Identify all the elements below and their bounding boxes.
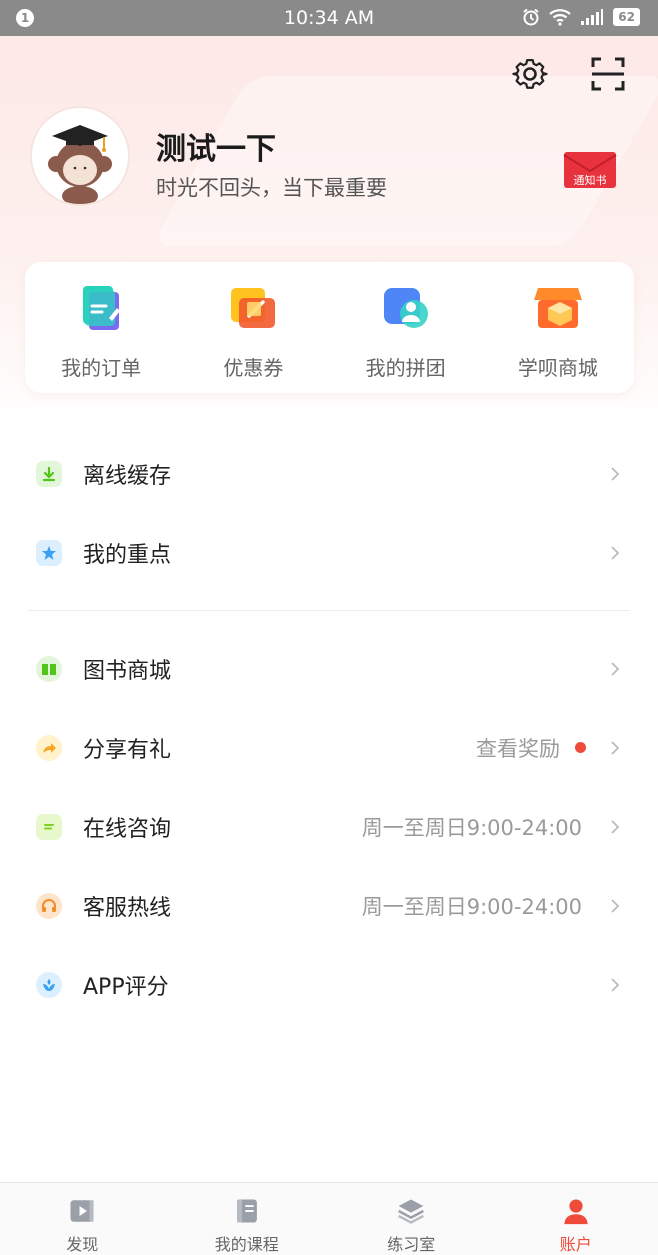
status-time: 10:34 AM: [283, 7, 375, 29]
menu-item-highlights[interactable]: 我的重点: [0, 513, 658, 592]
menu-item-bookstore[interactable]: 图书商城: [0, 629, 658, 708]
tab-label: 练习室: [387, 1235, 436, 1254]
battery-indicator: 62: [613, 8, 640, 26]
tab-practice[interactable]: 练习室: [329, 1183, 494, 1255]
notification-badge: 1: [16, 9, 34, 27]
quick-item-group-buy[interactable]: 我的拼团: [330, 262, 482, 393]
user-motto: 时光不回头，当下最重要: [156, 176, 387, 200]
status-icons: 62: [522, 8, 640, 26]
quick-label: 优惠券: [223, 356, 284, 380]
store-icon: [533, 288, 582, 328]
chevron-right-icon: [611, 661, 620, 676]
scan-icon: [591, 57, 625, 91]
chevron-right-icon: [611, 545, 620, 560]
tab-label: 我的课程: [214, 1235, 279, 1254]
quick-label: 学呗商城: [517, 356, 598, 380]
headset-icon: [36, 892, 62, 919]
menu-label: 在线咨询: [83, 816, 172, 842]
group-buy-icon: [383, 288, 428, 328]
notice-button[interactable]: 通知书: [563, 151, 617, 189]
settings-button[interactable]: [510, 54, 550, 94]
chevron-right-icon: [611, 819, 620, 834]
menu-label: 图书商城: [83, 658, 172, 684]
chevron-right-icon: [611, 898, 620, 913]
status-bar: 1 10:34 AM 62: [0, 0, 658, 36]
menu-item-online-consult[interactable]: 在线咨询 周一至周日9:00-24:00: [0, 787, 658, 866]
star-icon: [36, 539, 62, 566]
menu-item-share[interactable]: 分享有礼 查看奖励: [0, 708, 658, 787]
menu-item-offline-cache[interactable]: 离线缓存: [0, 434, 658, 513]
header-actions: [510, 54, 628, 94]
coupon-icon: [231, 288, 276, 328]
menu-value: 周一至周日9:00-24:00: [361, 815, 582, 840]
quick-actions-card: 我的订单 优惠券 我的拼团 学呗商城: [25, 262, 634, 393]
monkey-avatar-icon: [32, 108, 128, 204]
tab-label: 账户: [559, 1235, 592, 1254]
quick-label: 我的订单: [61, 356, 142, 380]
user-name[interactable]: 测试一下: [156, 124, 276, 168]
quick-item-coupon[interactable]: 优惠券: [177, 262, 329, 393]
menu-label: 分享有礼: [83, 737, 172, 763]
bottom-tab-bar: 发现 我的课程 练习室 账户: [0, 1182, 658, 1255]
chevron-right-icon: [611, 466, 620, 481]
menu-value: 周一至周日9:00-24:00: [361, 894, 582, 919]
discover-icon: [70, 1200, 94, 1222]
chat-icon: [36, 813, 62, 840]
quick-item-orders[interactable]: 我的订单: [25, 262, 177, 393]
quick-label: 我的拼团: [365, 356, 446, 380]
rating-icon: [36, 971, 62, 998]
courses-icon: [236, 1199, 257, 1223]
menu-label: 我的重点: [83, 542, 172, 568]
chevron-right-icon: [611, 740, 620, 755]
menu-divider: [28, 610, 630, 611]
menu-label: 离线缓存: [83, 463, 172, 489]
tab-label: 发现: [66, 1235, 99, 1254]
menu-value: 查看奖励: [476, 736, 560, 761]
menu-item-app-rating[interactable]: APP评分: [0, 945, 658, 1024]
quick-item-store[interactable]: 学呗商城: [482, 262, 634, 393]
download-icon: [36, 460, 62, 487]
alarm-icon: [523, 8, 539, 26]
tab-my-courses[interactable]: 我的课程: [165, 1183, 330, 1255]
menu-label: 客服热线: [83, 895, 172, 921]
signal-icon: [581, 9, 604, 25]
menu-label: APP评分: [83, 974, 169, 1000]
tab-account[interactable]: 账户: [494, 1183, 658, 1255]
account-icon: [564, 1199, 588, 1225]
tab-discover[interactable]: 发现: [0, 1183, 165, 1255]
orders-icon: [83, 286, 121, 330]
wifi-icon: [549, 9, 572, 26]
notice-label: 通知书: [573, 174, 607, 187]
new-badge-dot: [575, 742, 586, 753]
practice-icon: [398, 1199, 425, 1224]
chevron-right-icon: [611, 977, 620, 992]
share-icon: [36, 734, 62, 761]
menu-item-hotline[interactable]: 客服热线 周一至周日9:00-24:00: [0, 866, 658, 945]
gear-icon: [512, 59, 548, 89]
avatar[interactable]: [32, 108, 128, 204]
book-icon: [36, 655, 62, 682]
scan-button[interactable]: [588, 54, 628, 94]
